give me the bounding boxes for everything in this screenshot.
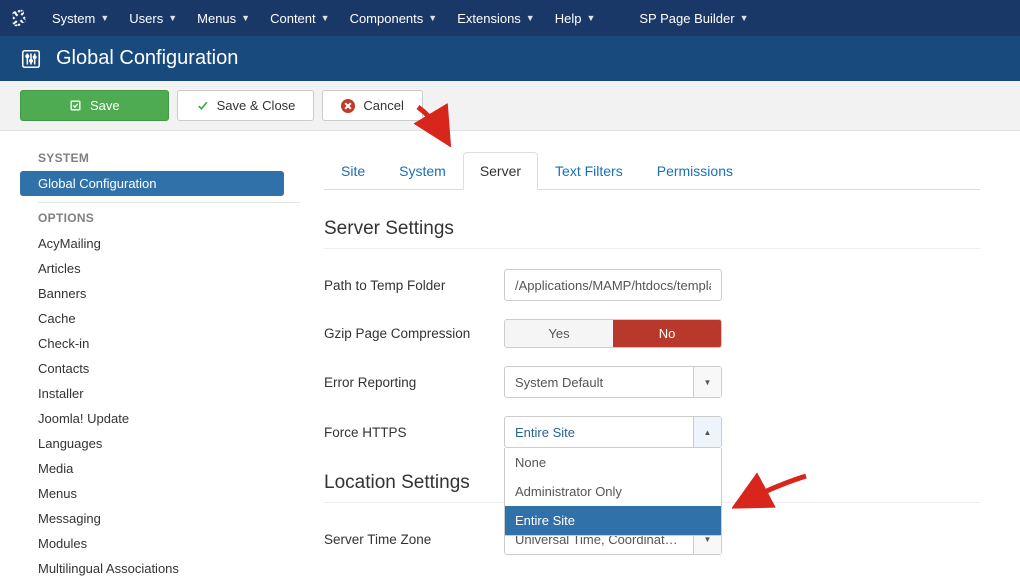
sidebar-item-media[interactable]: Media <box>20 456 284 481</box>
sidebar-item-modules[interactable]: Modules <box>20 531 284 556</box>
gzip-yes[interactable]: Yes <box>505 320 613 347</box>
page-title: Global Configuration <box>56 47 238 70</box>
caret-down-icon: ▼ <box>428 13 437 23</box>
force-https-select[interactable]: Entire Site ▲ NoneAdministrator OnlyEnti… <box>504 416 722 448</box>
temp-path-input[interactable] <box>504 269 722 301</box>
check-icon <box>196 99 209 112</box>
nav-menus[interactable]: Menus▼ <box>187 0 260 36</box>
force-https-dropdown: NoneAdministrator OnlyEntire Site <box>504 448 722 536</box>
top-navbar: System▼Users▼Menus▼Content▼Components▼Ex… <box>0 0 1020 36</box>
sidebar-divider <box>38 202 300 203</box>
label-temp-path: Path to Temp Folder <box>324 278 504 293</box>
caret-down-icon: ▼ <box>586 13 595 23</box>
chevron-up-icon[interactable]: ▲ <box>693 417 721 447</box>
nav-content[interactable]: Content▼ <box>260 0 339 36</box>
nav-system[interactable]: System▼ <box>42 0 119 36</box>
label-timezone: Server Time Zone <box>324 532 504 547</box>
caret-down-icon: ▼ <box>740 13 749 23</box>
sidebar-item-menus[interactable]: Menus <box>20 481 284 506</box>
label-force-https: Force HTTPS <box>324 425 504 440</box>
sidebar-item-acymailing[interactable]: AcyMailing <box>20 231 284 256</box>
force-https-value: Entire Site <box>505 425 693 440</box>
sidebar-heading-options: OPTIONS <box>20 205 300 231</box>
gzip-no[interactable]: No <box>613 320 721 347</box>
caret-down-icon: ▼ <box>526 13 535 23</box>
nav-users[interactable]: Users▼ <box>119 0 187 36</box>
sidebar-item-cache[interactable]: Cache <box>20 306 284 331</box>
section-server-settings: Server Settings <box>324 218 980 249</box>
caret-down-icon: ▼ <box>168 13 177 23</box>
equalizer-icon <box>18 46 44 72</box>
tab-site[interactable]: Site <box>324 152 382 190</box>
save-button[interactable]: Save <box>20 90 169 121</box>
nav-extensions[interactable]: Extensions▼ <box>447 0 545 36</box>
force-https-option-entire-site[interactable]: Entire Site <box>505 506 721 535</box>
label-error-reporting: Error Reporting <box>324 375 504 390</box>
error-reporting-select[interactable]: System Default ▼ <box>504 366 722 398</box>
force-https-option-none[interactable]: None <box>505 448 721 477</box>
save-button-label: Save <box>90 98 120 113</box>
save-close-button[interactable]: Save & Close <box>177 90 315 121</box>
sidebar-item-messaging[interactable]: Messaging <box>20 506 284 531</box>
sidebar-heading-system: SYSTEM <box>20 145 300 171</box>
tabs: SiteSystemServerText FiltersPermissions <box>324 151 980 190</box>
sidebar-item-languages[interactable]: Languages <box>20 431 284 456</box>
sidebar: SYSTEM Global Configuration OPTIONS AcyM… <box>0 131 300 587</box>
content-area: SiteSystemServerText FiltersPermissions … <box>300 131 1020 587</box>
tab-permissions[interactable]: Permissions <box>640 152 750 190</box>
caret-down-icon: ▼ <box>321 13 330 23</box>
chevron-down-icon[interactable]: ▼ <box>693 367 721 397</box>
title-bar: Global Configuration <box>0 36 1020 81</box>
cancel-button[interactable]: Cancel <box>322 90 422 121</box>
gzip-toggle: Yes No <box>504 319 722 348</box>
sidebar-item-articles[interactable]: Articles <box>20 256 284 281</box>
nav-help[interactable]: Help▼ <box>545 0 606 36</box>
caret-down-icon: ▼ <box>100 13 109 23</box>
cancel-icon <box>341 99 355 113</box>
nav-components[interactable]: Components▼ <box>340 0 448 36</box>
sidebar-item-global-configuration[interactable]: Global Configuration <box>20 171 284 196</box>
sidebar-item-multilingual-associations[interactable]: Multilingual Associations <box>20 556 284 581</box>
save-close-button-label: Save & Close <box>217 98 296 113</box>
tab-server[interactable]: Server <box>463 152 538 190</box>
sidebar-item-check-in[interactable]: Check-in <box>20 331 284 356</box>
sidebar-item-joomla-update[interactable]: Joomla! Update <box>20 406 284 431</box>
tab-text-filters[interactable]: Text Filters <box>538 152 640 190</box>
nav-sp-page-builder[interactable]: SP Page Builder▼ <box>629 0 758 36</box>
sidebar-item-installer[interactable]: Installer <box>20 381 284 406</box>
caret-down-icon: ▼ <box>241 13 250 23</box>
joomla-logo-icon <box>8 7 30 29</box>
cancel-button-label: Cancel <box>363 98 403 113</box>
force-https-option-administrator-only[interactable]: Administrator Only <box>505 477 721 506</box>
error-reporting-value: System Default <box>505 375 693 390</box>
sidebar-item-banners[interactable]: Banners <box>20 281 284 306</box>
sidebar-item-contacts[interactable]: Contacts <box>20 356 284 381</box>
label-gzip: Gzip Page Compression <box>324 326 504 341</box>
action-toolbar: Save Save & Close Cancel <box>0 81 1020 131</box>
save-icon <box>69 99 82 112</box>
tab-system[interactable]: System <box>382 152 463 190</box>
